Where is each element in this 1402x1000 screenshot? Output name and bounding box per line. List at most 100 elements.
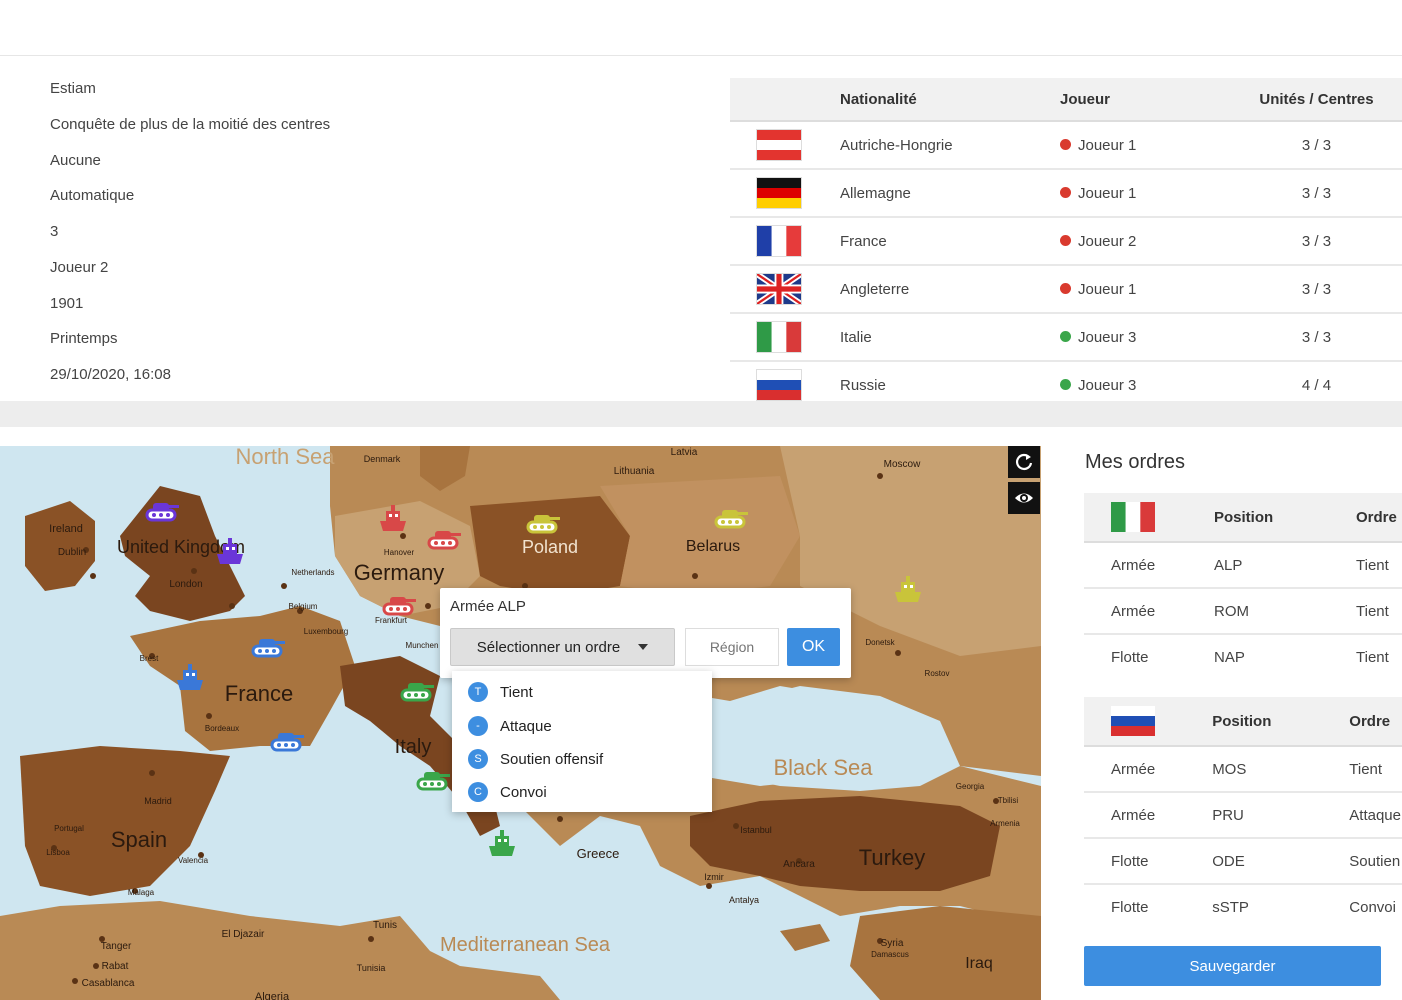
order-popup: Armée ALP Sélectionner un ordre OK [440,588,851,678]
unit-position: NAP [1214,648,1245,666]
victory-condition: Conquête de plus de la moitié des centre… [50,116,331,133]
unit-order: Soutien [1348,838,1402,885]
table-row: Autriche-Hongrie Joueur 1 3 / 3 [730,121,1402,170]
top-bar [0,0,1402,56]
units-centres: 3 / 3 [1231,217,1402,266]
order-dropdown-menu: T Tient - Attaque S Soutien offensif C C… [452,671,712,812]
table-row[interactable]: Flotte ODE Soutien [1084,838,1402,885]
label-france: France [225,681,293,706]
save-button[interactable]: Sauvegarder [1084,946,1381,986]
order-option-tient[interactable]: T Tient [468,680,533,704]
table-row[interactable]: Armée PRU Attaque [1084,792,1402,839]
nation-name: Allemagne [839,169,1059,218]
refresh-icon[interactable] [1008,446,1040,478]
russia-orders-table: Position Ordre Armée MOS Tient Armée PRU Att… [1084,697,1402,929]
header-order: Ordre [1355,493,1402,543]
label-frankfurt: Frankfurt [375,616,408,625]
status-dot-red [1060,235,1071,247]
label-tunis: Tunis [373,920,397,931]
support-badge-icon: S [468,749,488,769]
order-option-soutien-offensif[interactable]: S Soutien offensif [468,747,603,771]
order-select[interactable]: Sélectionner un ordre [450,628,675,666]
label-rostov: Rostov [925,669,950,678]
label-donetsk: Donetsk [865,638,895,647]
table-row[interactable]: Flotte sSTP Convoi [1084,884,1402,929]
attack-badge-icon: - [468,716,488,736]
label-lisboa: Lisboa [46,848,70,857]
order-select-label: Sélectionner un ordre [476,638,621,656]
label-portugal: Portugal [54,824,84,833]
player-count: 3 [50,223,59,240]
unit-position: MOS [1184,746,1349,793]
unit-type: Armée [1084,792,1185,839]
nation-name: Angleterre [839,265,1059,314]
unit-position: sSTP [1212,898,1249,916]
caret-down-icon [638,644,649,650]
label-tanger: Tanger [101,941,132,952]
header-player: Joueur [1059,78,1231,122]
label-antalya: Antalya [729,895,759,905]
label-valencia: Valencia [178,856,209,865]
header-order: Ordre [1348,697,1402,747]
table-row[interactable]: Flotte NAP Tient [1084,634,1402,679]
order-option-convoi[interactable]: C Convoi [468,780,547,804]
table-row: Angleterre Joueur 1 3 / 3 [730,265,1402,314]
germany-flag [757,178,801,208]
uk-flag [757,274,801,304]
nation-name: Italie [839,313,1059,362]
convoy-badge-icon: C [468,782,488,802]
resolution-mode: Automatique [50,187,135,204]
table-row[interactable]: Armée ROM Tient [1084,588,1402,635]
table-row[interactable]: Armée ALP Tient [1084,542,1402,589]
label-tunisia: Tunisia [357,963,386,973]
unit-order: Tient [1356,648,1389,666]
game-season: Printemps [50,330,118,347]
italy-orders-table: Position Ordre Armée ALP Tient Armée ROM Tie… [1084,493,1402,679]
unit-type: Flotte [1084,838,1185,885]
option-label: Soutien offensif [500,750,604,768]
option-label: Tient [500,683,533,701]
region-input[interactable] [685,628,779,666]
label-brest: Brest [140,654,159,663]
label-malaga: Malaga [128,888,155,897]
unit-type: Armée [1084,542,1186,589]
label-italy: Italy [395,736,432,758]
player-name: Joueur 3 [1078,376,1137,394]
label-istanbul: Istanbul [740,825,772,835]
flag-header [730,78,839,122]
unit-position: ALP [1186,542,1355,589]
players-table: Nationalité Joueur Unités / Centres Autr… [730,78,1402,410]
label-georgia: Georgia [956,782,985,791]
label-luxembourg: Luxembourg [304,627,348,636]
player-name: Joueur 1 [1078,280,1137,298]
austria-flag [757,130,801,160]
units-centres: 3 / 3 [1231,121,1402,170]
unit-position: PRU [1184,792,1349,839]
label-denmark: Denmark [364,454,401,464]
label-algeria: Algeria [255,991,290,1000]
order-option-attaque[interactable]: - Attaque [468,714,552,738]
status-dot-red [1060,139,1071,151]
header-nationality: Nationalité [839,78,1059,122]
label-mediterranean-sea: Mediterranean Sea [440,934,611,956]
label-spain: Spain [111,827,167,852]
nation-name: Autriche-Hongrie [839,121,1059,170]
label-izmir: Izmir [704,872,724,882]
label-north-sea: North Sea [235,446,335,469]
table-row: France Joueur 2 3 / 3 [730,217,1402,266]
status-dot-green [1060,331,1071,343]
label-ireland: Ireland [49,523,83,535]
current-player: Joueur 2 [50,259,109,276]
player-name: Joueur 2 [1078,232,1137,250]
game-date: 29/10/2020, 16:08 [50,366,171,383]
eye-icon[interactable] [1008,482,1040,514]
table-row[interactable]: Armée MOS Tient [1084,746,1402,793]
label-london: London [169,579,202,590]
popup-title: Armée ALP [450,598,526,615]
player-name: Joueur 3 [1078,328,1137,346]
label-syria: Syria [881,938,904,949]
header-units-centres: Unités / Centres [1231,78,1402,122]
option-label: Convoi [500,783,547,801]
game-year: 1901 [50,295,84,312]
ok-button[interactable]: OK [787,628,840,666]
